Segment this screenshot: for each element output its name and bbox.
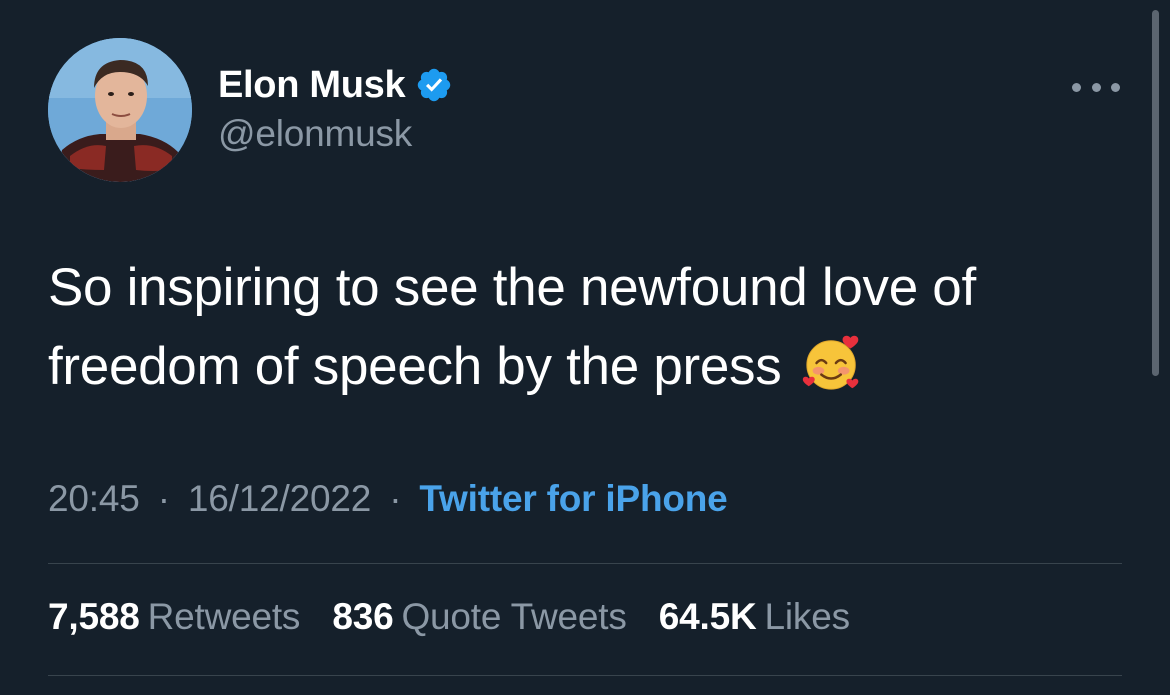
quote-tweets-count: 836	[332, 596, 394, 637]
divider	[48, 675, 1122, 676]
profile-photo	[48, 38, 192, 182]
quote-tweets-stat[interactable]: 836 Quote Tweets	[332, 596, 627, 638]
tweet-time[interactable]: 20:45	[48, 478, 140, 519]
quote-tweets-label: Quote Tweets	[401, 596, 627, 637]
tweet-detail: Elon Musk @elonmusk So inspiring to see …	[0, 0, 1170, 695]
scrollbar[interactable]	[1152, 10, 1159, 376]
more-horizontal-icon[interactable]	[1072, 77, 1120, 97]
tweet-source-link[interactable]: Twitter for iPhone	[419, 478, 727, 519]
likes-count: 64.5K	[658, 596, 757, 637]
verified-badge-icon	[415, 66, 453, 104]
retweets-label: Retweets	[147, 596, 301, 637]
likes-label: Likes	[764, 596, 851, 637]
more-dot	[1091, 82, 1101, 92]
divider	[48, 563, 1122, 564]
more-dot	[1111, 82, 1120, 92]
avatar[interactable]	[48, 38, 192, 182]
retweets-count: 7,588	[48, 596, 140, 637]
tweet-body: So inspiring to see the newfound love of…	[48, 248, 1138, 406]
retweets-stat[interactable]: 7,588 Retweets	[48, 596, 300, 638]
smiling-face-with-hearts-icon	[802, 332, 864, 394]
author-name-row[interactable]: Elon Musk	[218, 62, 453, 108]
author-handle[interactable]: @elonmusk	[218, 113, 412, 155]
tweet-date[interactable]: 16/12/2022	[188, 478, 371, 519]
meta-separator: ·	[157, 478, 170, 519]
display-name[interactable]: Elon Musk	[218, 64, 406, 107]
tweet-stats: 7,588 Retweets 836 Quote Tweets 64.5K Likes	[48, 596, 872, 638]
tweet-metadata: 20:45 · 16/12/2022 · Twitter for iPhone	[48, 478, 728, 520]
more-dot	[1072, 82, 1081, 92]
likes-stat[interactable]: 64.5K Likes	[659, 596, 850, 638]
meta-separator: ·	[389, 478, 402, 519]
